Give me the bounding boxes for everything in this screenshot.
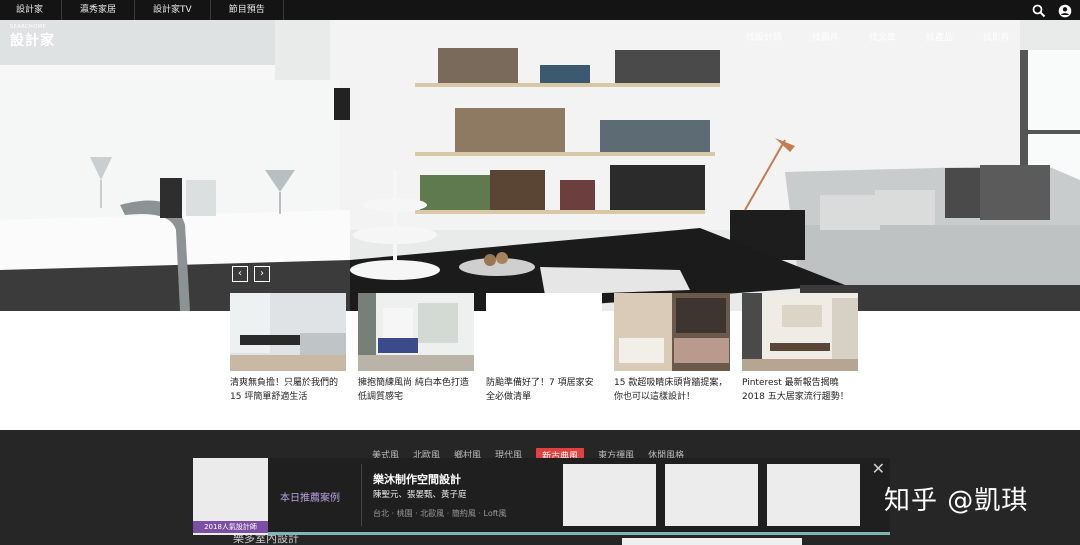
hero-image [0, 20, 1080, 311]
article-title[interactable]: 防颱準備好了！7 項居家安全必做清單 [486, 376, 602, 404]
article-thumbnail[interactable] [614, 293, 730, 371]
search-icon[interactable] [1032, 3, 1046, 18]
article-title[interactable]: 清爽無負擔！只屬於我們的 15 坪簡單舒適生活 [230, 376, 346, 404]
page: 設計家 瀛秀家居 設計家TV 節目預告 SEARCHOME 設計家 找設計師 找… [0, 0, 1080, 545]
hero-banner[interactable]: SEARCHOME 設計家 找設計師 找圖片 找文章 找產品 找影片 ‹ › [0, 20, 1080, 311]
case-image[interactable] [665, 464, 758, 526]
recommend-popup[interactable]: 2018人氣設計師 本日推薦案例 樂沐制作空間設計 陳聖元、張晏甄、黃子庭 台北… [193, 458, 890, 535]
article-card[interactable]: 15 款超吸睛床頭背牆提案，你也可以這樣設計！ [614, 293, 730, 404]
nav-find-images[interactable]: 找圖片 [812, 30, 839, 43]
case-image[interactable] [767, 464, 860, 526]
top-tab-bar: 設計家 瀛秀家居 設計家TV 節目預告 [0, 0, 1080, 20]
designer-company[interactable]: 樂沐制作空間設計 [373, 471, 461, 487]
chevron-left-icon[interactable]: ‹ [232, 266, 248, 282]
tab-home-living[interactable]: 瀛秀家居 [62, 0, 136, 20]
article-card[interactable]: 清爽無負擔！只屬於我們的 15 坪簡單舒適生活 [230, 293, 346, 404]
popup-label: 本日推薦案例 [280, 493, 340, 504]
article-card[interactable]: 擁抱簡練風尚 純白本色打造低調質感宅 [358, 293, 474, 404]
tab-schedule[interactable]: 節目預告 [211, 0, 284, 20]
logo-text: 設計家 [10, 33, 55, 49]
article-thumbnail[interactable] [358, 293, 474, 371]
article-card[interactable]: 防颱準備好了！7 項居家安全必做清單 [486, 293, 602, 404]
nav-find-articles[interactable]: 找文章 [869, 30, 896, 43]
article-thumbnail[interactable] [486, 293, 602, 371]
article-title[interactable]: 擁抱簡練風尚 純白本色打造低調質感宅 [358, 376, 474, 404]
article-thumbnail[interactable] [230, 293, 346, 371]
nav-find-products[interactable]: 找產品 [926, 30, 953, 43]
popular-designer-badge: 2018人氣設計師 [193, 521, 268, 533]
chevron-right-icon[interactable]: › [254, 266, 270, 282]
watermark-text: 知乎 @凱琪 [884, 486, 1029, 516]
main-nav: 找設計師 找圖片 找文章 找產品 找影片 [746, 30, 1070, 43]
divider [361, 464, 362, 526]
close-icon[interactable]: ✕ [872, 460, 885, 478]
tab-tv[interactable]: 設計家TV [135, 0, 211, 20]
slider-controls: ‹ › [232, 266, 270, 282]
article-title[interactable]: Pinterest 最新報告揭曉 2018 五大居家流行趨勢！ [742, 376, 858, 404]
case-image[interactable] [563, 464, 656, 526]
designer-tags: 台北 · 桃園 · 北歐風 · 簡約風 · Loft風 [373, 509, 507, 518]
article-card[interactable]: Pinterest 最新報告揭曉 2018 五大居家流行趨勢！ [742, 293, 858, 404]
tab-searchome[interactable]: 設計家 [0, 0, 63, 20]
article-title[interactable]: 15 款超吸睛床頭背牆提案，你也可以這樣設計！ [614, 376, 730, 404]
nav-find-designer[interactable]: 找設計師 [746, 30, 782, 43]
content-strip [622, 538, 802, 545]
designer-names: 陳聖元、張晏甄、黃子庭 [373, 490, 467, 500]
article-thumbnail[interactable] [742, 293, 858, 371]
topbar-actions [1032, 3, 1072, 18]
nav-find-videos[interactable]: 找影片 [983, 30, 1010, 43]
site-logo[interactable]: SEARCHOME 設計家 [10, 24, 55, 50]
user-icon[interactable] [1058, 3, 1072, 18]
